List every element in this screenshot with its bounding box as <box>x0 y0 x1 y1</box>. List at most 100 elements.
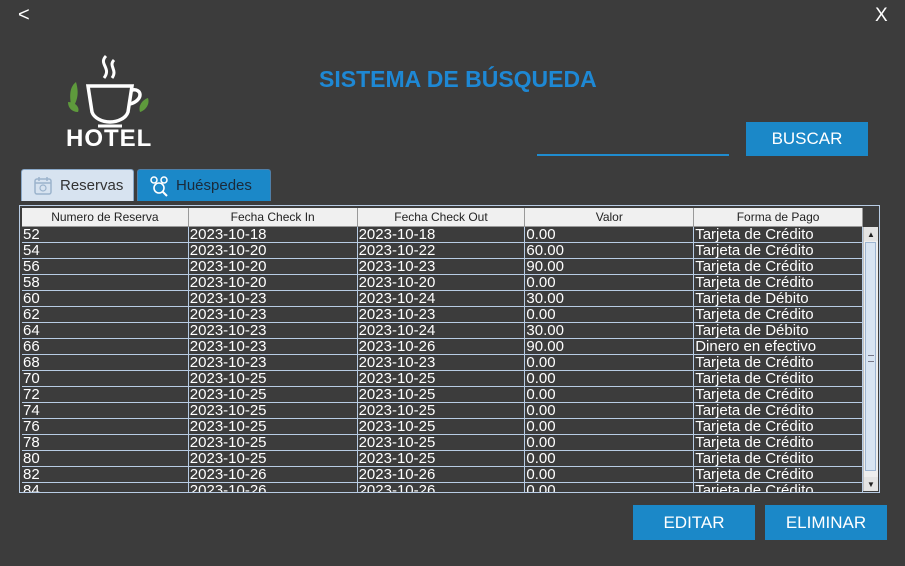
scroll-up-arrow-icon[interactable]: ▲ <box>864 227 878 241</box>
table-cell[interactable]: Tarjeta de Crédito <box>694 467 863 482</box>
table-cell[interactable]: 30.00 <box>525 291 695 306</box>
table-cell[interactable]: 2023-10-18 <box>189 227 358 242</box>
table-cell[interactable]: Tarjeta de Crédito <box>694 371 863 386</box>
table-cell[interactable]: Tarjeta de Crédito <box>694 419 863 434</box>
close-button[interactable]: X <box>875 5 888 27</box>
table-row[interactable]: 80 2023-10-25 2023-10-25 0.00 Tarjeta de Cré… <box>22 451 863 467</box>
column-header-valor[interactable]: Valor <box>525 208 695 227</box>
table-cell[interactable]: 0.00 <box>525 227 695 242</box>
search-button[interactable]: BUSCAR <box>746 122 868 156</box>
table-cell[interactable]: 2023-10-25 <box>358 451 526 466</box>
edit-button[interactable]: EDITAR <box>633 505 755 540</box>
table-row[interactable]: 84 2023-10-26 2023-10-26 0.00 Tarjeta de Cré… <box>22 483 863 492</box>
table-cell[interactable]: 66 <box>22 339 189 354</box>
table-row[interactable]: 54 2023-10-20 2023-10-22 60.00 Tarjeta de Cr… <box>22 243 863 259</box>
table-cell[interactable]: Tarjeta de Débito <box>694 323 863 338</box>
table-row[interactable]: 74 2023-10-25 2023-10-25 0.00 Tarjeta de Cré… <box>22 403 863 419</box>
table-cell[interactable]: 30.00 <box>525 323 695 338</box>
table-cell[interactable]: Tarjeta de Crédito <box>694 355 863 370</box>
table-cell[interactable]: 52 <box>22 227 189 242</box>
table-cell[interactable]: 0.00 <box>525 355 695 370</box>
table-cell[interactable]: 2023-10-23 <box>358 259 526 274</box>
table-row[interactable]: 58 2023-10-20 2023-10-20 0.00 Tarjeta de Cré… <box>22 275 863 291</box>
table-cell[interactable]: 74 <box>22 403 189 418</box>
table-cell[interactable]: 90.00 <box>525 259 695 274</box>
table-cell[interactable]: 2023-10-25 <box>189 403 358 418</box>
table-cell[interactable]: Tarjeta de Crédito <box>694 259 863 274</box>
table-cell[interactable]: Tarjeta de Débito <box>694 291 863 306</box>
table-cell[interactable]: 2023-10-23 <box>189 355 358 370</box>
table-row[interactable]: 66 2023-10-23 2023-10-26 90.00 Dinero en efe… <box>22 339 863 355</box>
table-cell[interactable]: 2023-10-23 <box>189 291 358 306</box>
table-cell[interactable]: 2023-10-23 <box>358 307 526 322</box>
back-button[interactable]: < <box>18 4 30 27</box>
table-cell[interactable]: 0.00 <box>525 419 695 434</box>
table-cell[interactable]: 2023-10-23 <box>189 339 358 354</box>
table-cell[interactable]: 76 <box>22 419 189 434</box>
table-cell[interactable]: Tarjeta de Crédito <box>694 307 863 322</box>
table-cell[interactable]: 58 <box>22 275 189 290</box>
table-cell[interactable]: 84 <box>22 483 189 492</box>
table-cell[interactable]: Tarjeta de Crédito <box>694 483 863 492</box>
table-cell[interactable]: 0.00 <box>525 403 695 418</box>
table-cell[interactable]: 0.00 <box>525 467 695 482</box>
table-cell[interactable]: 0.00 <box>525 435 695 450</box>
table-cell[interactable]: 2023-10-25 <box>358 387 526 402</box>
table-row[interactable]: 68 2023-10-23 2023-10-23 0.00 Tarjeta de Cré… <box>22 355 863 371</box>
table-cell[interactable]: Tarjeta de Crédito <box>694 435 863 450</box>
table-cell[interactable]: 2023-10-25 <box>189 371 358 386</box>
table-cell[interactable]: 2023-10-25 <box>358 371 526 386</box>
table-row[interactable]: 62 2023-10-23 2023-10-23 0.00 Tarjeta de Cré… <box>22 307 863 323</box>
table-cell[interactable]: Tarjeta de Crédito <box>694 387 863 402</box>
table-cell[interactable]: 2023-10-26 <box>189 483 358 492</box>
table-row[interactable]: 64 2023-10-23 2023-10-24 30.00 Tarjeta de Dé… <box>22 323 863 339</box>
delete-button[interactable]: ELIMINAR <box>765 505 887 540</box>
table-cell[interactable]: 2023-10-20 <box>189 275 358 290</box>
table-cell[interactable]: 72 <box>22 387 189 402</box>
table-cell[interactable]: 0.00 <box>525 387 695 402</box>
table-cell[interactable]: 56 <box>22 259 189 274</box>
table-row[interactable]: 56 2023-10-20 2023-10-23 90.00 Tarjeta de Cr… <box>22 259 863 275</box>
table-cell[interactable]: 2023-10-26 <box>189 467 358 482</box>
table-row[interactable]: 72 2023-10-25 2023-10-25 0.00 Tarjeta de Cré… <box>22 387 863 403</box>
column-header-reserva[interactable]: Numero de Reserva <box>22 208 189 227</box>
table-cell[interactable]: 2023-10-25 <box>189 451 358 466</box>
table-cell[interactable]: Tarjeta de Crédito <box>694 403 863 418</box>
vertical-scrollbar[interactable]: ▲ ▼ <box>863 227 878 491</box>
table-row[interactable]: 78 2023-10-25 2023-10-25 0.00 Tarjeta de Cré… <box>22 435 863 451</box>
scroll-down-arrow-icon[interactable]: ▼ <box>864 477 878 491</box>
table-cell[interactable]: 2023-10-22 <box>358 243 526 258</box>
table-cell[interactable]: 78 <box>22 435 189 450</box>
table-cell[interactable]: 2023-10-25 <box>358 403 526 418</box>
table-cell[interactable]: 70 <box>22 371 189 386</box>
table-cell[interactable]: Tarjeta de Crédito <box>694 243 863 258</box>
tab-huespedes[interactable]: Huéspedes <box>137 169 271 201</box>
table-cell[interactable]: 2023-10-25 <box>189 387 358 402</box>
table-cell[interactable]: 2023-10-25 <box>189 435 358 450</box>
table-cell[interactable]: 2023-10-25 <box>358 419 526 434</box>
table-cell[interactable]: 62 <box>22 307 189 322</box>
table-cell[interactable]: 2023-10-23 <box>189 323 358 338</box>
table-cell[interactable]: 82 <box>22 467 189 482</box>
table-cell[interactable]: Tarjeta de Crédito <box>694 227 863 242</box>
table-row[interactable]: 70 2023-10-25 2023-10-25 0.00 Tarjeta de Cré… <box>22 371 863 387</box>
table-cell[interactable]: 2023-10-25 <box>358 435 526 450</box>
column-header-checkout[interactable]: Fecha Check Out <box>357 208 526 227</box>
table-cell[interactable]: 2023-10-20 <box>189 259 358 274</box>
table-cell[interactable]: 80 <box>22 451 189 466</box>
table-cell[interactable]: 2023-10-26 <box>358 339 526 354</box>
column-header-checkin[interactable]: Fecha Check In <box>188 208 358 227</box>
table-cell[interactable]: 54 <box>22 243 189 258</box>
column-header-forma-pago[interactable]: Forma de Pago <box>694 208 863 227</box>
table-cell[interactable]: 60 <box>22 291 189 306</box>
table-cell[interactable]: 2023-10-26 <box>358 467 526 482</box>
table-cell[interactable]: 2023-10-20 <box>189 243 358 258</box>
table-cell[interactable]: 2023-10-20 <box>358 275 526 290</box>
table-cell[interactable]: 68 <box>22 355 189 370</box>
search-input[interactable] <box>537 124 729 156</box>
table-cell[interactable]: 0.00 <box>525 371 695 386</box>
table-cell[interactable]: 2023-10-25 <box>189 419 358 434</box>
table-cell[interactable]: Tarjeta de Crédito <box>694 275 863 290</box>
table-cell[interactable]: 60.00 <box>525 243 695 258</box>
table-row[interactable]: 52 2023-10-18 2023-10-18 0.00 Tarjeta de Cré… <box>22 227 863 243</box>
